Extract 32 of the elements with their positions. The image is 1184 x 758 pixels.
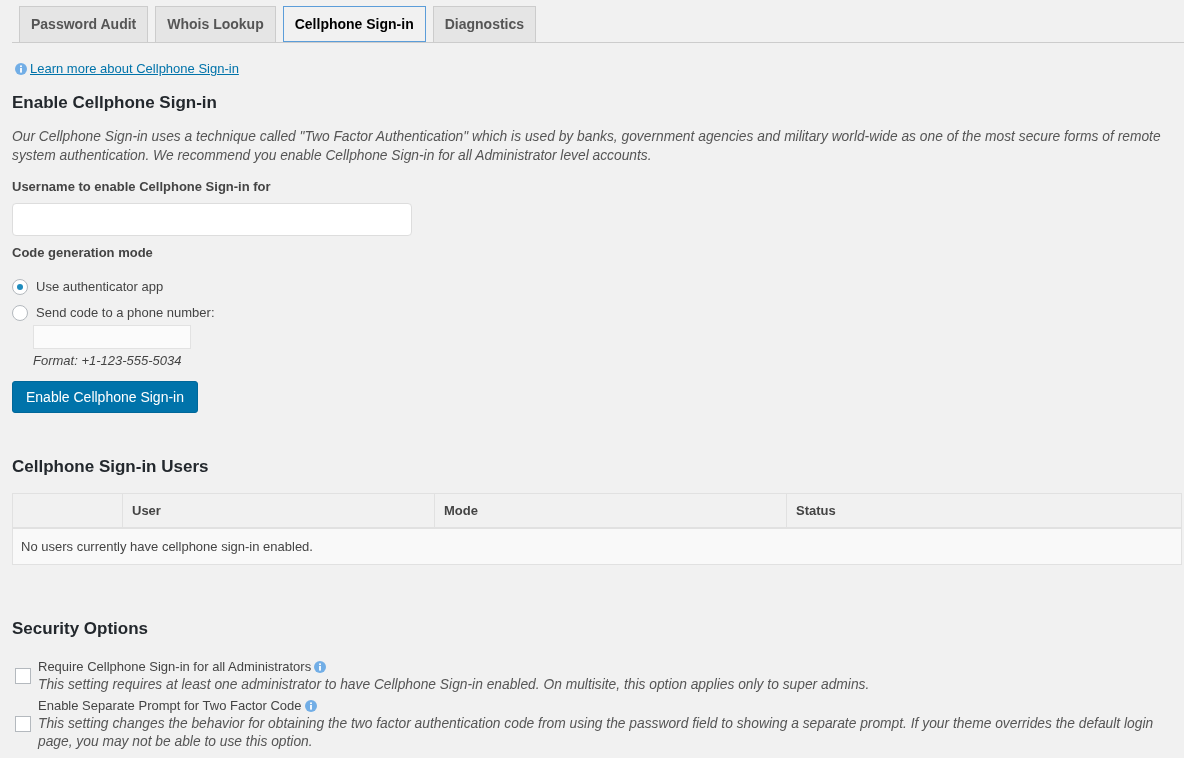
tab[interactable]: Password Audit xyxy=(19,6,149,42)
field-label: Code generation mode xyxy=(12,244,153,262)
info-icon xyxy=(314,661,327,673)
option-description: This setting changes the behavior for obtaining the two factor authentication code from using the password field to showing a separate prompt. If your theme overrides the default login page, you may not be able to use this option. xyxy=(38,715,1155,751)
column-header: Mode xyxy=(444,501,478,520)
section-heading: Enable Cellphone Sign-in xyxy=(12,92,217,114)
phone-input[interactable] xyxy=(33,325,191,349)
column-header: User xyxy=(132,501,161,520)
option-label: Require Cellphone Sign-in for all Administrators xyxy=(38,658,312,676)
field-label: Username to enable Cellphone Sign-in for xyxy=(12,178,271,196)
tab[interactable]: Whois Lookup xyxy=(155,6,276,42)
radio-label: Send code to a phone number: xyxy=(36,304,215,322)
radio-button[interactable] xyxy=(12,305,28,321)
info-icon xyxy=(304,700,317,712)
learn-more-link[interactable]: Learn more about Cellphone Sign-in xyxy=(30,61,239,76)
radio-label: Use authenticator app xyxy=(36,278,164,296)
checkbox[interactable] xyxy=(15,716,31,732)
checkbox[interactable] xyxy=(15,668,31,684)
enable-button[interactable]: Enable Cellphone Sign-in xyxy=(12,381,198,413)
description-text: Our Cellphone Sign-in uses a technique called "Two Factor Authentication" which is used by banks, government agencies and military world-wide as one of the most secure forms of remote system authentication. We recommend you enable Cellphone Sign-in for all Administrator level accounts. xyxy=(12,128,1162,165)
section-heading: Cellphone Sign-in Users xyxy=(12,456,209,478)
info-icon xyxy=(15,62,27,75)
radio-button[interactable] xyxy=(12,279,28,295)
option-label: Enable Separate Prompt for Two Factor Code xyxy=(38,697,302,715)
username-input[interactable] xyxy=(12,203,412,236)
tab[interactable]: Diagnostics xyxy=(432,6,537,42)
section-heading: Security Options xyxy=(12,618,149,640)
option-description: This setting requires at least one administrator to have Cellphone Sign-in enabled. On multisite, this option applies only to super admins. xyxy=(38,676,871,694)
column-header: Status xyxy=(796,501,836,520)
format-hint: Format: +1-123-555-5034 xyxy=(33,352,182,369)
tab[interactable]: Cellphone Sign-in xyxy=(282,6,426,42)
empty-table-message: No users currently have cellphone sign-in enabled. xyxy=(21,537,313,556)
